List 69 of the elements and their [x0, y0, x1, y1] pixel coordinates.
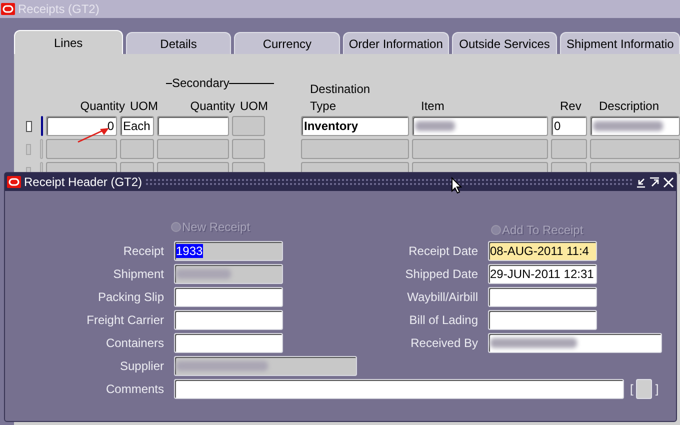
field-label: Receipt Date [408, 243, 478, 260]
revision-field[interactable]: 0 [551, 116, 587, 136]
field-label: Freight Carrier [86, 312, 164, 329]
description-field[interactable] [590, 116, 680, 136]
close-icon[interactable] [663, 176, 674, 188]
item-field[interactable] [412, 139, 548, 159]
text-field[interactable] [174, 287, 283, 307]
field-label: Packing Slip [96, 289, 164, 306]
column-header: Destination [310, 81, 370, 98]
tab[interactable]: Order Information [343, 32, 449, 54]
secondary-quantity-field[interactable] [157, 116, 229, 136]
uom-field[interactable]: Each [120, 116, 154, 136]
text-field[interactable] [174, 356, 357, 376]
list-of-values-button[interactable] [636, 379, 652, 399]
secondary-uom-field[interactable] [232, 139, 265, 159]
tab[interactable]: Details [126, 32, 232, 54]
maximize-icon[interactable] [649, 176, 660, 188]
row-checkbox[interactable] [26, 120, 32, 132]
text-field[interactable] [174, 310, 283, 330]
tab[interactable]: Outside Services [452, 32, 558, 54]
text-field[interactable] [488, 287, 597, 307]
mouse-cursor-icon [451, 177, 462, 194]
quantity-field[interactable] [46, 139, 117, 159]
destination-type-field[interactable]: Inventory [301, 116, 409, 136]
column-header: Rev [560, 98, 582, 115]
text-field[interactable] [488, 310, 597, 330]
tab[interactable]: Currency [234, 32, 340, 54]
secondary-quantity-field[interactable] [157, 139, 229, 159]
field-label: Shipped Date [404, 266, 478, 283]
bracket: ] [655, 381, 659, 398]
secondary-uom-field[interactable] [232, 116, 265, 136]
text-field[interactable]: 1933 [174, 241, 283, 261]
text-field[interactable] [488, 333, 662, 353]
field-value: 08-AUG-2011 11:4 [490, 244, 589, 258]
logo-icon [1, 3, 15, 15]
field-label: Bill of Lading [408, 312, 478, 329]
field-label: Shipment [112, 266, 164, 283]
text-field[interactable] [174, 379, 624, 399]
field-label: Waybill/Airbill [406, 289, 478, 306]
column-header: UOM [240, 98, 269, 115]
bracket: [ [630, 381, 634, 398]
description-field[interactable] [590, 139, 680, 159]
column-header: Quantity [79, 98, 125, 115]
column-header: Quantity [189, 98, 235, 115]
field-label: Receipt [122, 243, 164, 260]
item-field[interactable] [412, 116, 548, 136]
tab[interactable]: Shipment Informatio [560, 32, 680, 54]
text-field[interactable] [174, 264, 283, 284]
row-checkbox[interactable] [26, 144, 31, 154]
column-header: UOM [130, 98, 159, 115]
field-label: Supplier [118, 358, 164, 375]
tab[interactable]: Lines [14, 30, 123, 54]
column-header: Item [421, 98, 446, 115]
field-label: Containers [104, 335, 164, 352]
logo-icon [7, 176, 21, 188]
field-value: 1933 [176, 244, 203, 258]
revision-field[interactable] [551, 139, 587, 159]
quantity-field[interactable]: 0 [46, 116, 117, 136]
text-field[interactable] [174, 333, 283, 353]
destination-type-field[interactable] [301, 139, 409, 159]
field-label: Comments [104, 381, 164, 398]
column-header: Description [599, 98, 660, 115]
uom-field[interactable] [120, 139, 154, 159]
dialog-title: Receipt Header (GT2) [24, 174, 142, 191]
field-label: Received By [410, 335, 478, 352]
group-header: Secondary [172, 75, 230, 92]
text-field[interactable]: 08-AUG-2011 11:4 [488, 241, 597, 261]
column-header: Type [310, 98, 338, 115]
minimize-icon[interactable] [635, 176, 646, 188]
